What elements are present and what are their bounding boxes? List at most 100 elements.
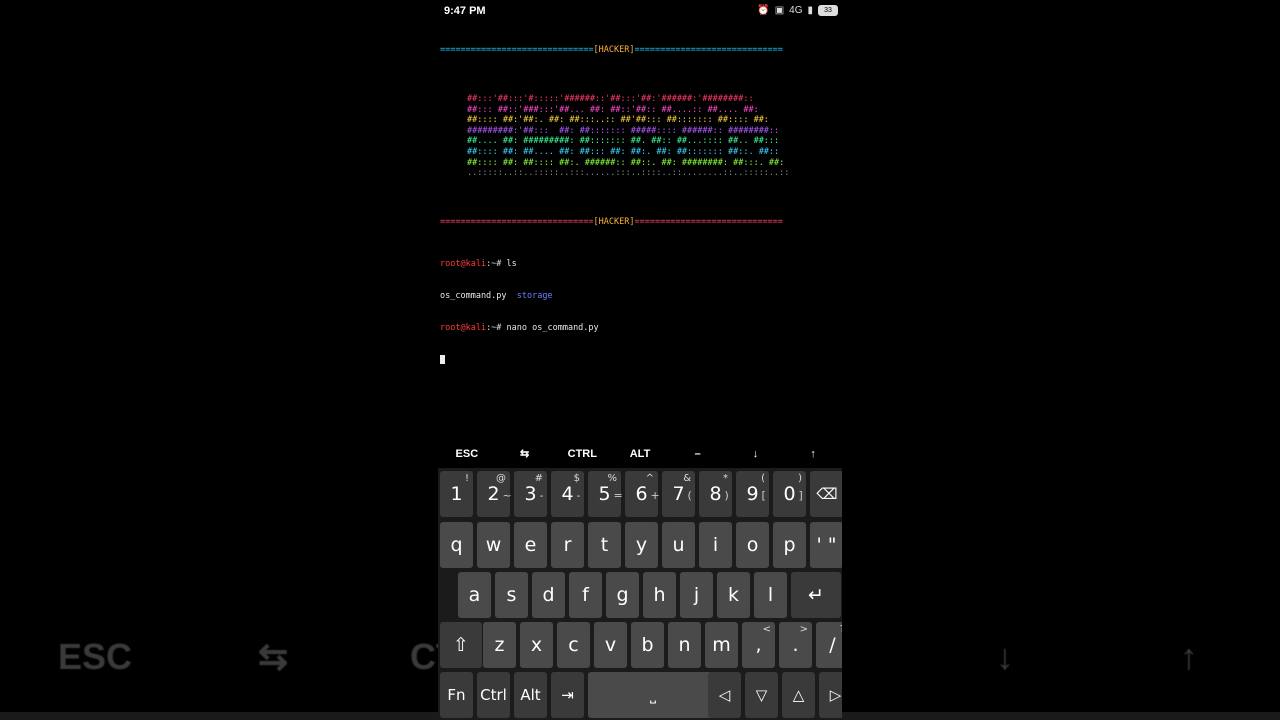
key-l[interactable]: l (754, 572, 787, 618)
alarm-icon: ⏰ (757, 5, 770, 16)
key-7-label: 7 (672, 483, 685, 505)
enter-key[interactable]: ↵ (791, 572, 841, 618)
key-w-label: w (485, 534, 502, 556)
key-j[interactable]: j (680, 572, 713, 618)
key-f[interactable]: f (569, 572, 602, 618)
key-3[interactable]: 3 # - (514, 471, 547, 517)
key-t[interactable]: t (588, 522, 621, 568)
key-slash[interactable]: /? (816, 622, 842, 668)
alt-modifier-key[interactable]: Alt (514, 672, 547, 718)
shift-key[interactable]: ⇧ (440, 622, 482, 668)
key-9-secondary-symbol: [ (761, 489, 766, 502)
terminal-output[interactable]: ==============================[HACKER]==… (440, 24, 840, 386)
space-key-label: ⎵ (649, 686, 656, 704)
banner-line: ##:::: ##: ##:::: ##:. ######:: ##::. ##… (467, 157, 785, 168)
space-key[interactable]: ⎵ (588, 672, 718, 718)
key-q[interactable]: q (440, 522, 473, 568)
separator-top: ==============================[HACKER]==… (440, 45, 783, 56)
backspace-key[interactable]: ⌫ (810, 471, 842, 517)
key-8[interactable]: 8 *) (699, 471, 732, 517)
key-k[interactable]: k (717, 572, 750, 618)
key-1[interactable]: 1! (440, 471, 473, 517)
key-o[interactable]: o (736, 522, 769, 568)
backspace-key-label: ⌫ (816, 485, 838, 503)
arrow-left-key[interactable]: ◁ (708, 672, 741, 718)
key-4[interactable]: 4 $ - (551, 471, 584, 517)
arrow-down-key[interactable]: ↓ (727, 442, 785, 466)
banner-line: ##.... ##: #########: ##::::::: ##. ##::… (467, 136, 780, 147)
key-2-alt-symbol: @ (496, 473, 506, 484)
arrow-down-soft-key[interactable]: ▽ (745, 672, 778, 718)
key-r[interactable]: r (551, 522, 584, 568)
key-d[interactable]: d (532, 572, 565, 618)
esc-key[interactable]: ESC (438, 442, 496, 466)
key-m[interactable]: m (705, 622, 738, 668)
key-comma-label: , (755, 634, 762, 656)
arrow-right-key-label: ▷ (829, 686, 842, 704)
key-6-secondary-symbol: + (650, 489, 660, 502)
key-q-label: q (450, 534, 463, 556)
arrow-up-key[interactable]: ↑ (784, 442, 842, 466)
key-6[interactable]: 6 ^ + (625, 471, 660, 517)
arrow-up-soft-key-label: △ (792, 686, 805, 704)
key-n[interactable]: n (668, 622, 701, 668)
bg-tab-label: ⇆ (258, 636, 289, 677)
alt-key[interactable]: ALT (611, 442, 669, 466)
key-g[interactable]: g (606, 572, 639, 618)
key-3-label: 3 (524, 483, 537, 505)
key-i[interactable]: i (699, 522, 732, 568)
key-2-secondary-symbol: ~ (502, 489, 512, 502)
ctrl-key[interactable]: CTRL (553, 442, 611, 466)
key-r-label: r (563, 534, 572, 556)
key-9-label: 9 (746, 483, 759, 505)
fn-key[interactable]: Fn (440, 672, 473, 718)
command-line: root@kali:~# nano os_command.py (440, 322, 599, 333)
ctrl-modifier-key-label: Ctrl (480, 686, 507, 704)
arrow-down-soft-key-label: ▽ (755, 686, 768, 704)
ctrl-modifier-key[interactable]: Ctrl (477, 672, 510, 718)
key-u[interactable]: u (662, 522, 695, 568)
key-e-label: e (524, 534, 537, 556)
key-o-label: o (746, 534, 759, 556)
key-5-label: 5 (598, 483, 611, 505)
tab-arrow-key[interactable]: ⇥ (551, 672, 584, 718)
key-z-label: z (494, 634, 505, 656)
key-z[interactable]: z (483, 622, 516, 668)
key-h[interactable]: h (643, 572, 676, 618)
enter-key-label: ↵ (808, 584, 824, 606)
arrow-up-soft-key[interactable]: △ (782, 672, 815, 718)
key-0[interactable]: 0)] (773, 471, 806, 517)
key-5[interactable]: 5% = (588, 471, 623, 517)
key-w[interactable]: w (477, 522, 510, 568)
arrow-left-key-label: ◁ (718, 686, 731, 704)
key-period-alt-symbol: > (799, 624, 808, 635)
key-2[interactable]: 2 @ ~ (477, 471, 512, 517)
key-9[interactable]: 9([ (736, 471, 769, 517)
key-p[interactable]: p (773, 522, 806, 568)
key-8-alt-symbol: * (723, 473, 728, 484)
soft-keyboard: 1! 2 @ ~3 # -4 $ -5% = 6 ^ +7 &(8 *) 9([0)] ⌫ q w e r t y u i o p… (438, 468, 842, 720)
key-period[interactable]: . > (779, 622, 812, 668)
key-x[interactable]: x (520, 622, 553, 668)
key-a[interactable]: a (458, 572, 491, 618)
key-b[interactable]: b (631, 622, 664, 668)
key-7[interactable]: 7 & ( (662, 471, 695, 517)
alt-modifier-key-label: Alt (520, 686, 541, 704)
key-quote[interactable]: ' " (810, 522, 842, 568)
key-i-label: i (712, 534, 719, 556)
key-c[interactable]: c (557, 622, 590, 668)
bg-up-label: ↑ (1180, 636, 1198, 677)
key-comma[interactable]: , < (742, 622, 775, 668)
key-f-label: f (582, 584, 589, 606)
key-2-label: 2 (487, 483, 500, 505)
key-y[interactable]: y (625, 522, 658, 568)
key-e[interactable]: e (514, 522, 547, 568)
key-4-secondary-symbol: - (576, 489, 581, 502)
key-1-alt-symbol: ! (464, 473, 469, 484)
key-v[interactable]: v (594, 622, 627, 668)
tab-key[interactable]: ⇆ (496, 442, 554, 466)
key-s[interactable]: s (495, 572, 528, 618)
battery-icon: 33 (818, 5, 838, 16)
arrow-right-key[interactable]: ▷ (819, 672, 842, 718)
dash-key[interactable]: – (669, 442, 727, 466)
